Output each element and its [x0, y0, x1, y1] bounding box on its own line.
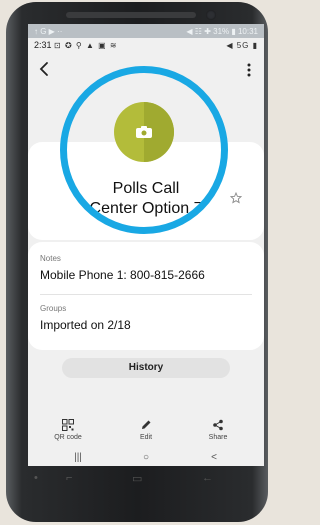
back-arrow-icon[interactable]	[36, 60, 54, 78]
status-time: 2:31	[34, 40, 52, 50]
status-bar-reflection: ↑ G ▶ ·· ◀ ☷ ✚ 31% ▮ 10:31	[28, 24, 264, 38]
reflection-dot: •	[34, 472, 38, 484]
highlight-circle	[60, 66, 228, 234]
system-nav-bar: ||| ○ <	[28, 452, 264, 466]
status-time-group: 2:31 ⊡ ✪ ⚲ ▲ ▣ ≋	[34, 40, 118, 50]
hardware-reflection: • ⌐ ▭ ←	[6, 472, 268, 492]
reflection-square: ▭	[132, 473, 143, 485]
status-left-reflection: ↑ G ▶ ··	[34, 26, 63, 36]
status-bar: 2:31 ⊡ ✪ ⚲ ▲ ▣ ≋ ◀ 5G ▮	[28, 38, 264, 52]
groups-label: Groups	[40, 304, 67, 313]
pencil-icon	[142, 420, 151, 429]
groups-value[interactable]: Imported on 2/18	[40, 318, 131, 332]
speaker-grille	[66, 12, 196, 18]
recent-apps-button[interactable]: |||	[68, 452, 88, 463]
status-right-reflection: ◀ ☷ ✚ 31% ▮ 10:31	[186, 26, 258, 36]
status-signal-icons: ◀ 5G ▮	[226, 40, 258, 50]
phone-frame: ↑ G ▶ ·· ◀ ☷ ✚ 31% ▮ 10:31 2:31 ⊡ ✪ ⚲ ▲ …	[6, 2, 268, 522]
front-camera	[206, 10, 216, 20]
home-button[interactable]: ○	[136, 452, 156, 463]
favorite-star-icon[interactable]	[230, 192, 242, 204]
qr-code-button[interactable]: QR code	[43, 419, 93, 441]
share-button[interactable]: Share	[193, 419, 243, 441]
share-icon	[213, 419, 223, 431]
more-options-icon[interactable]	[242, 62, 256, 78]
edit-label: Edit	[139, 434, 153, 441]
history-button[interactable]: History	[62, 358, 230, 378]
qr-code-icon	[62, 419, 74, 431]
contact-details-card: Notes Mobile Phone 1: 800-815-2666 Group…	[28, 242, 264, 350]
notes-value[interactable]: Mobile Phone 1: 800-815-2666	[40, 268, 205, 282]
nav-back-button[interactable]: <	[204, 452, 224, 463]
share-label: Share	[208, 434, 228, 441]
screen: ↑ G ▶ ·· ◀ ☷ ✚ 31% ▮ 10:31 2:31 ⊡ ✪ ⚲ ▲ …	[28, 24, 264, 466]
edit-button[interactable]: Edit	[121, 419, 171, 441]
reflection-mark: ⌐	[66, 472, 73, 484]
qr-code-label: QR code	[54, 434, 82, 441]
divider	[40, 294, 252, 295]
notes-label: Notes	[40, 254, 61, 263]
reflection-back: ←	[202, 472, 213, 484]
status-notification-icons: ⊡ ✪ ⚲ ▲ ▣ ≋	[54, 41, 118, 50]
